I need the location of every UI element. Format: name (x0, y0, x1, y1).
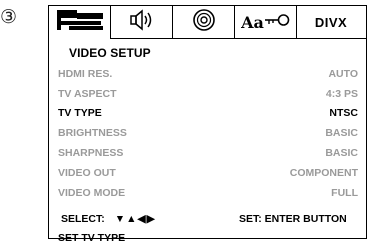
help-text: SET TV TYPE (58, 232, 126, 244)
video-setup-icon (55, 8, 105, 37)
tab-divx-setup[interactable]: DIVX (297, 6, 365, 39)
setting-label: VIDEO OUT (58, 166, 116, 179)
setting-row-sharpness[interactable]: SHARPNESS BASIC (58, 143, 358, 163)
tab-bar-filler (365, 6, 366, 39)
setting-value: BASIC (325, 147, 358, 160)
setup-tab-bar: Aa DIVX (49, 6, 366, 39)
setup-menu-panel: Aa DIVX VIDEO SETUP HDMI RES. AUTO TV AS… (48, 5, 367, 244)
step-number: ③ (0, 6, 18, 28)
setting-value: COMPONENT (289, 166, 358, 179)
language-tab-text: Aa (241, 12, 264, 32)
setting-label: SHARPNESS (58, 147, 124, 160)
tab-video-setup[interactable] (49, 6, 111, 39)
tab-disc-setup[interactable] (173, 6, 235, 39)
setting-row-video-mode[interactable]: VIDEO MODE FULL (58, 183, 358, 203)
setting-row-hdmi-res[interactable]: HDMI RES. AUTO (58, 64, 358, 84)
setting-row-video-out[interactable]: VIDEO OUT COMPONENT (58, 163, 358, 183)
divx-icon: DIVX (314, 14, 348, 30)
setting-value: FULL (331, 186, 358, 199)
select-label: SELECT: (61, 213, 105, 225)
settings-list: HDMI RES. AUTO TV ASPECT 4:3 PS TV TYPE … (58, 64, 358, 203)
setting-row-brightness[interactable]: BRIGHTNESS BASIC (58, 123, 358, 143)
speaker-icon (127, 8, 157, 36)
setting-label: TV TYPE (58, 107, 102, 120)
setting-value: 4:3 PS (325, 87, 358, 100)
setting-label: TV ASPECT (58, 87, 117, 100)
tab-language-setup[interactable]: Aa (235, 6, 297, 39)
set-hint: SET: ENTER BUTTON (239, 213, 347, 225)
setting-row-tv-type[interactable]: TV TYPE NTSC (58, 104, 358, 124)
setting-value: NTSC (329, 107, 358, 120)
setting-label: HDMI RES. (58, 67, 113, 80)
menu-title: VIDEO SETUP (69, 46, 151, 60)
arrow-keys-icon: ▼▲◀▶ (114, 213, 156, 225)
setting-value: AUTO (328, 67, 358, 80)
setting-value: BASIC (325, 127, 358, 140)
key-icon (264, 11, 290, 34)
disc-icon (191, 8, 217, 37)
setting-row-tv-aspect[interactable]: TV ASPECT 4:3 PS (58, 84, 358, 104)
tab-audio-setup[interactable] (111, 6, 173, 39)
setting-label: BRIGHTNESS (58, 127, 127, 140)
setting-label: VIDEO MODE (58, 186, 126, 199)
select-hint: SELECT: ▼▲◀▶ (61, 213, 156, 225)
